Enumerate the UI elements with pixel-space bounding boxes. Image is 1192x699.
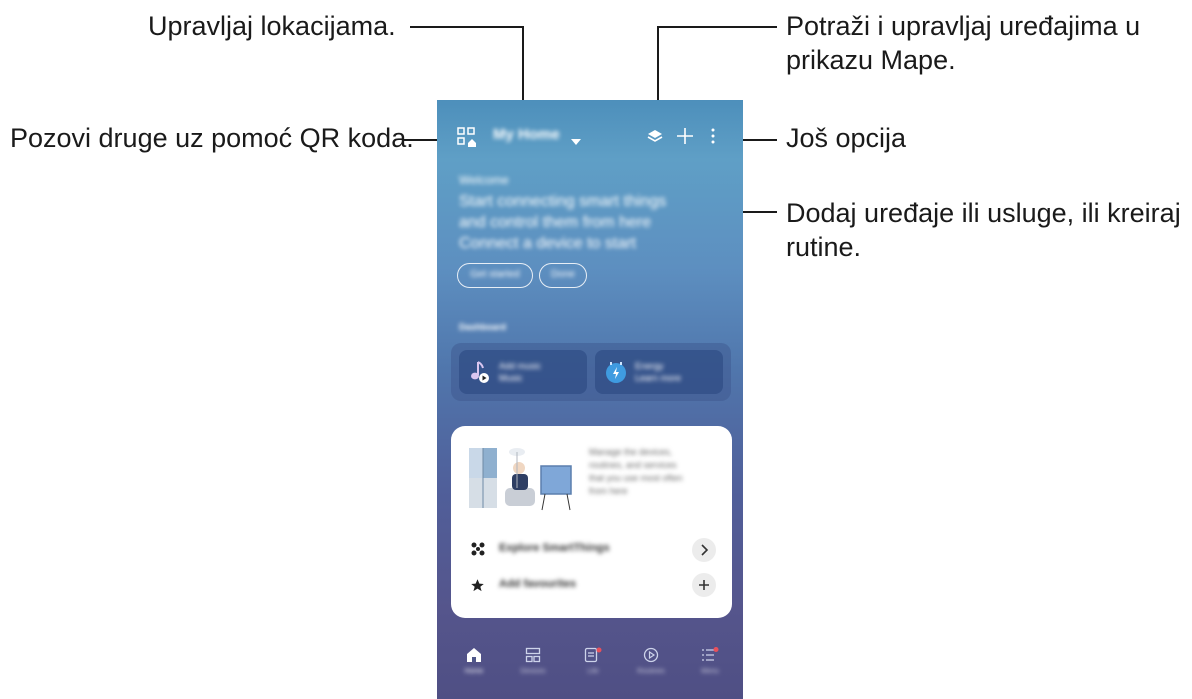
- bottom-navigation: Home Devices Life Routines Menu: [437, 637, 743, 699]
- promo-line: that you use most often: [589, 473, 683, 483]
- get-started-button[interactable]: Get started: [457, 263, 533, 288]
- nav-label: Routines: [637, 668, 665, 675]
- more-options-icon[interactable]: [710, 127, 720, 150]
- promo-text: Manage the devices, routines, and servic…: [589, 446, 683, 498]
- map-view-icon[interactable]: [647, 129, 663, 150]
- nav-item-routines[interactable]: Routines: [631, 647, 671, 675]
- welcome-line: Start connecting smart things: [459, 193, 667, 210]
- plus-icon[interactable]: [692, 573, 716, 597]
- callout-map-view-line2: prikazu Mape.: [786, 45, 956, 75]
- callout-invite-qr: Pozovi druge uz pomoć QR koda.: [10, 123, 414, 153]
- promo-line: Manage the devices,: [589, 447, 673, 457]
- energy-tile-title: Energy: [635, 361, 664, 371]
- nav-item-devices[interactable]: Devices: [513, 647, 553, 675]
- devices-icon: [525, 647, 541, 667]
- promo-illustration: [465, 444, 579, 514]
- callout-map-view-line1: Potraži i upravljaj uređajima u: [786, 11, 1141, 41]
- home-icon: [466, 648, 482, 667]
- list-item-label: Explore SmartThings: [499, 542, 610, 554]
- nav-label: Menu: [701, 668, 719, 675]
- leader-line: [657, 26, 777, 28]
- callout-add-devices-line2: rutine.: [786, 232, 862, 262]
- done-button[interactable]: Done: [539, 263, 587, 288]
- routines-icon: [643, 647, 659, 667]
- chevron-down-icon[interactable]: [571, 133, 581, 151]
- music-note-icon: [469, 360, 491, 389]
- list-item-label: Add favourites: [499, 578, 577, 590]
- chevron-right-icon[interactable]: [692, 538, 716, 562]
- welcome-line: and control them from here: [459, 214, 652, 231]
- smartthings-icon: [471, 542, 485, 561]
- callout-more-options: Još opcija: [786, 123, 907, 153]
- promo-line: from here: [589, 486, 628, 496]
- energy-tile-subtitle: Learn more: [635, 373, 682, 383]
- add-icon[interactable]: [676, 127, 694, 150]
- welcome-title: Welcome: [459, 173, 509, 187]
- nav-item-home[interactable]: Home: [454, 647, 494, 675]
- menu-icon: [701, 647, 719, 667]
- callout-manage-locations: Upravljaj lokacijama.: [148, 11, 396, 41]
- nav-label: Life: [587, 668, 599, 675]
- location-name: My Home: [493, 126, 560, 143]
- top-bar: My Home: [437, 118, 743, 154]
- energy-tile[interactable]: Energy Learn more: [595, 350, 723, 394]
- leader-line: [410, 26, 523, 28]
- nav-label: Home: [464, 668, 484, 675]
- dashboard-card: Add music Music Energy Learn more: [451, 343, 731, 401]
- nav-item-life[interactable]: Life: [573, 647, 613, 675]
- life-icon: [584, 647, 602, 667]
- get-started-label: Get started: [470, 269, 520, 280]
- promo-line: routines, and services: [589, 460, 677, 470]
- music-tile[interactable]: Add music Music: [459, 350, 587, 394]
- music-tile-title: Add music: [499, 361, 542, 371]
- energy-icon: [605, 360, 627, 389]
- welcome-block: Welcome Start connecting smart things an…: [459, 170, 719, 254]
- qr-invite-icon[interactable]: [457, 127, 477, 147]
- nav-label: Devices: [520, 668, 546, 675]
- list-item-explore[interactable]: Explore SmartThings: [451, 536, 732, 562]
- promo-card: Manage the devices, routines, and servic…: [451, 426, 732, 618]
- phone-screen: My Home Welcome Start connecting smart t…: [437, 100, 743, 699]
- music-tile-subtitle: Music: [499, 373, 523, 383]
- location-selector[interactable]: My Home: [493, 126, 560, 143]
- star-icon: [470, 578, 485, 598]
- done-label: Done: [551, 269, 575, 280]
- list-item-favourites[interactable]: Add favourites: [451, 572, 732, 598]
- welcome-line: Connect a device to start: [459, 235, 636, 252]
- callout-add-devices-line1: Dodaj uređaje ili usluge, ili kreiraj: [786, 198, 1181, 228]
- dashboard-label: Dashboard: [459, 322, 507, 332]
- nav-item-menu[interactable]: Menu: [690, 647, 730, 675]
